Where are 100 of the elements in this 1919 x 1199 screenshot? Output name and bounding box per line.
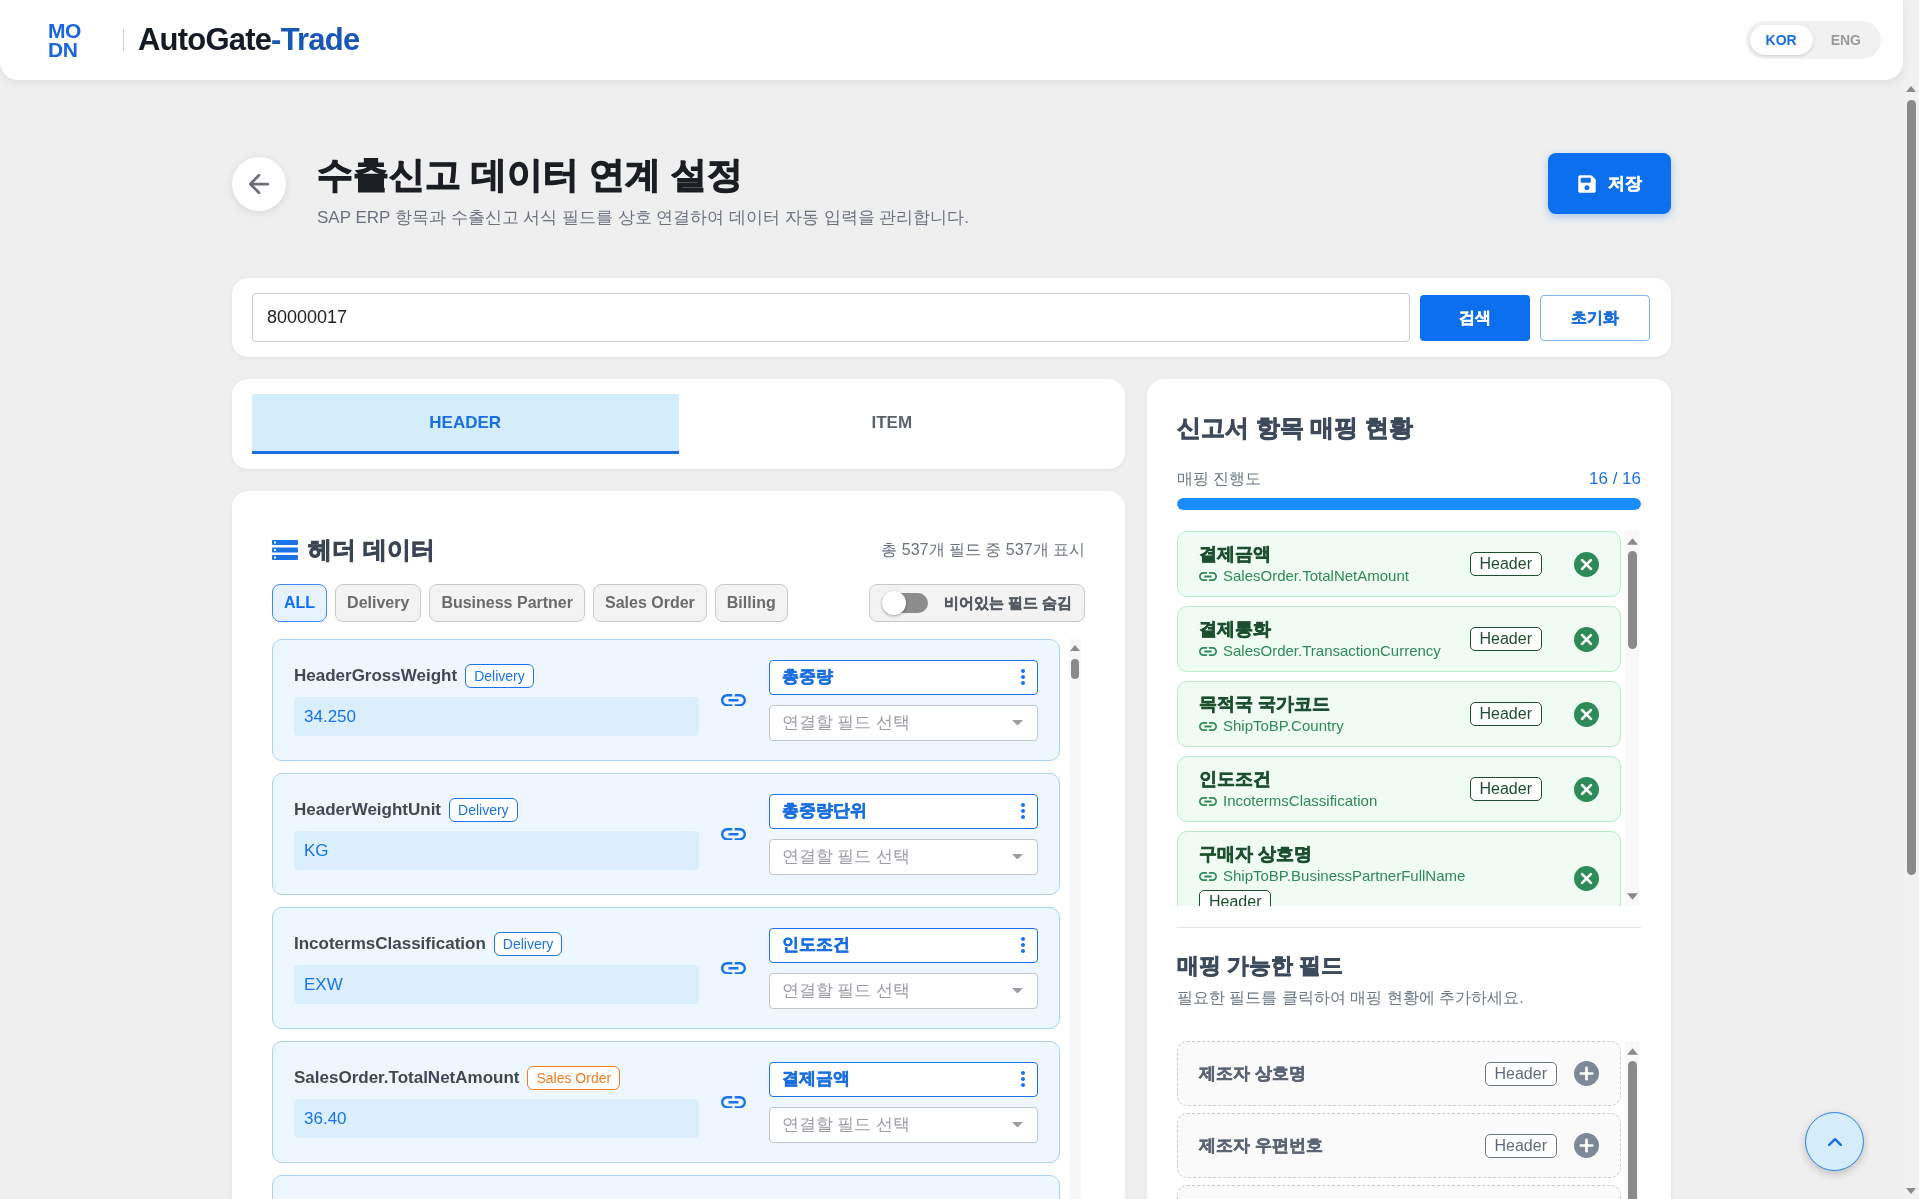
mapped-field-name: 구매자 상호명	[1199, 843, 1313, 866]
scroll-down-icon[interactable]	[1626, 893, 1638, 900]
source-path: IncotermsClassification	[1223, 791, 1378, 811]
list-icon	[272, 540, 298, 560]
field-name: SalesOrder.TotalNetAmount	[294, 1067, 520, 1090]
available-field-card[interactable]: 제조자 상호명 Header	[1177, 1041, 1621, 1106]
caret-down-icon	[1012, 719, 1023, 726]
value-display: 34.250	[294, 697, 699, 736]
link-icon	[721, 693, 747, 707]
scroll-thumb[interactable]	[1627, 1061, 1637, 1199]
link-icon	[721, 961, 747, 975]
header-tag: Header	[1484, 1061, 1557, 1086]
save-icon	[1577, 173, 1596, 194]
header-tag: Header	[1469, 627, 1542, 651]
chevron-up-icon	[1827, 1137, 1842, 1146]
back-button[interactable]	[232, 157, 286, 211]
filter-chip[interactable]: Billing	[714, 584, 788, 622]
scroll-thumb[interactable]	[1627, 551, 1637, 649]
remove-icon[interactable]	[1574, 865, 1599, 891]
link-icon	[1199, 871, 1217, 881]
field-name: HeaderGrossWeight	[294, 665, 458, 688]
caret-down-icon	[1012, 853, 1023, 860]
filter-chip[interactable]: Sales Order	[593, 584, 707, 622]
section-title: 헤더 데이터	[308, 535, 435, 565]
field-count: 총 537개 필드 중 537개 표시	[881, 540, 1085, 560]
mapped-field-select[interactable]: 총중량	[768, 659, 1038, 695]
link-icon	[721, 1095, 747, 1109]
back-arrow-icon	[249, 174, 269, 194]
panel-title: 신고서 항목 매핑 현황	[1177, 413, 1414, 443]
available-field-name: 제조자 우편번호	[1199, 1134, 1323, 1157]
page-subtitle: SAP ERP 항목과 수출신고 서식 필드를 상호 연결하여 데이터 자동 입력을 관리합니다.	[317, 207, 970, 229]
value-display: 36.40	[294, 1099, 699, 1138]
reset-button[interactable]: 초기화	[1540, 294, 1650, 341]
search-field[interactable]: 80000017	[252, 293, 1410, 342]
link-icon	[721, 827, 747, 841]
progress-reading: 16 / 16	[1589, 468, 1641, 491]
search-button[interactable]: 검색	[1420, 294, 1530, 341]
link-icon	[1199, 571, 1217, 581]
scroll-up-icon[interactable]	[1070, 645, 1080, 651]
value-display: EXW	[294, 965, 699, 1004]
logo: MO DN	[48, 21, 82, 59]
tab[interactable]: HEADER	[252, 394, 679, 454]
field-select-dropdown[interactable]: 연결할 필드 선택	[768, 838, 1038, 875]
more-options-icon[interactable]	[1021, 1071, 1025, 1087]
mapped-field-name: 목적국 국가코드	[1199, 693, 1331, 716]
filter-chip[interactable]: Business Partner	[429, 584, 585, 622]
add-icon[interactable]	[1574, 1061, 1599, 1086]
scroll-up-icon[interactable]	[1906, 86, 1916, 92]
hide-empty-toggle[interactable]: 비어있는 필드 숨김	[868, 584, 1085, 622]
field-name: IncotermsClassification	[294, 933, 486, 956]
header-tag: Header	[1469, 552, 1542, 576]
remove-icon[interactable]	[1574, 626, 1599, 652]
remove-icon[interactable]	[1574, 701, 1599, 727]
toggle-switch[interactable]	[881, 593, 928, 613]
link-icon	[1199, 721, 1217, 731]
scroll-to-top-button[interactable]	[1805, 1112, 1864, 1171]
available-field-name: 제조자 상호명	[1199, 1062, 1306, 1085]
add-icon[interactable]	[1574, 1133, 1599, 1158]
language-option[interactable]: ENG	[1814, 25, 1877, 55]
language-option[interactable]: KOR	[1749, 25, 1813, 55]
caret-down-icon	[1012, 1121, 1023, 1128]
section-hint: 필요한 필드를 클릭하여 매핑 현황에 추가하세요.	[1177, 988, 1525, 1008]
scroll-thumb[interactable]	[1071, 659, 1079, 679]
scroll-up-icon[interactable]	[1626, 1048, 1638, 1055]
field-select-dropdown[interactable]: 연결할 필드 선택	[768, 972, 1038, 1009]
progress-label: 매핑 진행도	[1177, 469, 1262, 489]
mapped-field-select[interactable]: 결제금액	[768, 1061, 1038, 1097]
link-icon	[1199, 646, 1217, 656]
scroll-thumb[interactable]	[1906, 100, 1916, 875]
more-options-icon[interactable]	[1021, 937, 1025, 953]
remove-icon[interactable]	[1574, 551, 1599, 577]
source-path: ShipToBP.Country	[1223, 716, 1344, 736]
link-icon	[1199, 796, 1217, 806]
app-title: AutoGate-Trade	[138, 20, 360, 59]
source-tag: Sales Order	[527, 1066, 621, 1090]
scroll-up-icon[interactable]	[1626, 538, 1638, 545]
field-select-dropdown[interactable]: 연결할 필드 선택	[768, 1106, 1038, 1143]
source-path: SalesOrder.TransactionCurrency	[1223, 641, 1441, 661]
source-path: SalesOrder.TotalNetAmount	[1223, 566, 1409, 586]
available-field-card[interactable]: 제조자 우편번호 Header	[1177, 1113, 1621, 1178]
source-tag: Delivery	[449, 798, 518, 822]
mapped-field-name: 결제금액	[1199, 543, 1272, 566]
source-tag: Delivery	[493, 932, 563, 956]
more-options-icon[interactable]	[1021, 669, 1025, 685]
more-options-icon[interactable]	[1021, 803, 1025, 819]
source-path: ShipToBP.BusinessPartnerFullName	[1223, 866, 1466, 886]
filter-chip[interactable]: Delivery	[335, 584, 422, 622]
filter-chip[interactable]: ALL	[272, 584, 328, 622]
save-button[interactable]: 저장	[1548, 153, 1671, 214]
mapped-field-name: 결제통화	[1199, 618, 1272, 641]
remove-icon[interactable]	[1574, 776, 1599, 802]
mapped-field-select[interactable]: 인도조건	[768, 927, 1038, 963]
mapped-field-name: 인도조건	[1199, 768, 1272, 791]
field-select-dropdown[interactable]: 연결할 필드 선택	[768, 704, 1038, 741]
source-tag: Delivery	[465, 664, 534, 688]
value-display: KG	[294, 831, 699, 870]
scroll-down-icon[interactable]	[1906, 1188, 1916, 1194]
mapped-field-select[interactable]: 총중량단위	[768, 793, 1038, 829]
field-name: HeaderWeightUnit	[294, 799, 442, 822]
header-tag: Header	[1484, 1133, 1557, 1158]
